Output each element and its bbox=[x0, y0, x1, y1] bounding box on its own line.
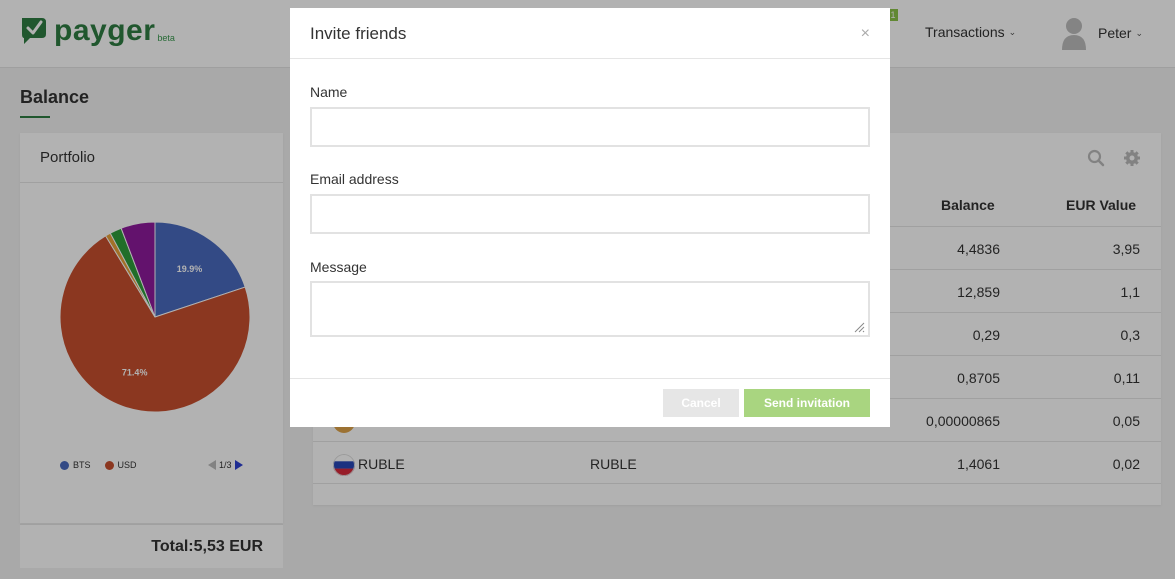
invite-friends-modal: Invite friends × Name Email address Mess… bbox=[290, 8, 890, 427]
close-icon[interactable]: × bbox=[861, 26, 870, 42]
email-label: Email address bbox=[310, 171, 399, 187]
email-field[interactable] bbox=[310, 194, 870, 234]
modal-footer-divider bbox=[290, 378, 890, 379]
message-field[interactable] bbox=[310, 281, 870, 337]
modal-title: Invite friends bbox=[310, 24, 407, 43]
modal-header-divider bbox=[290, 58, 890, 59]
cancel-button[interactable]: Cancel bbox=[663, 389, 739, 417]
resize-handle-icon[interactable] bbox=[853, 321, 865, 333]
name-field[interactable] bbox=[310, 107, 870, 147]
send-invitation-button[interactable]: Send invitation bbox=[744, 389, 870, 417]
message-label: Message bbox=[310, 259, 367, 275]
name-label: Name bbox=[310, 84, 348, 100]
